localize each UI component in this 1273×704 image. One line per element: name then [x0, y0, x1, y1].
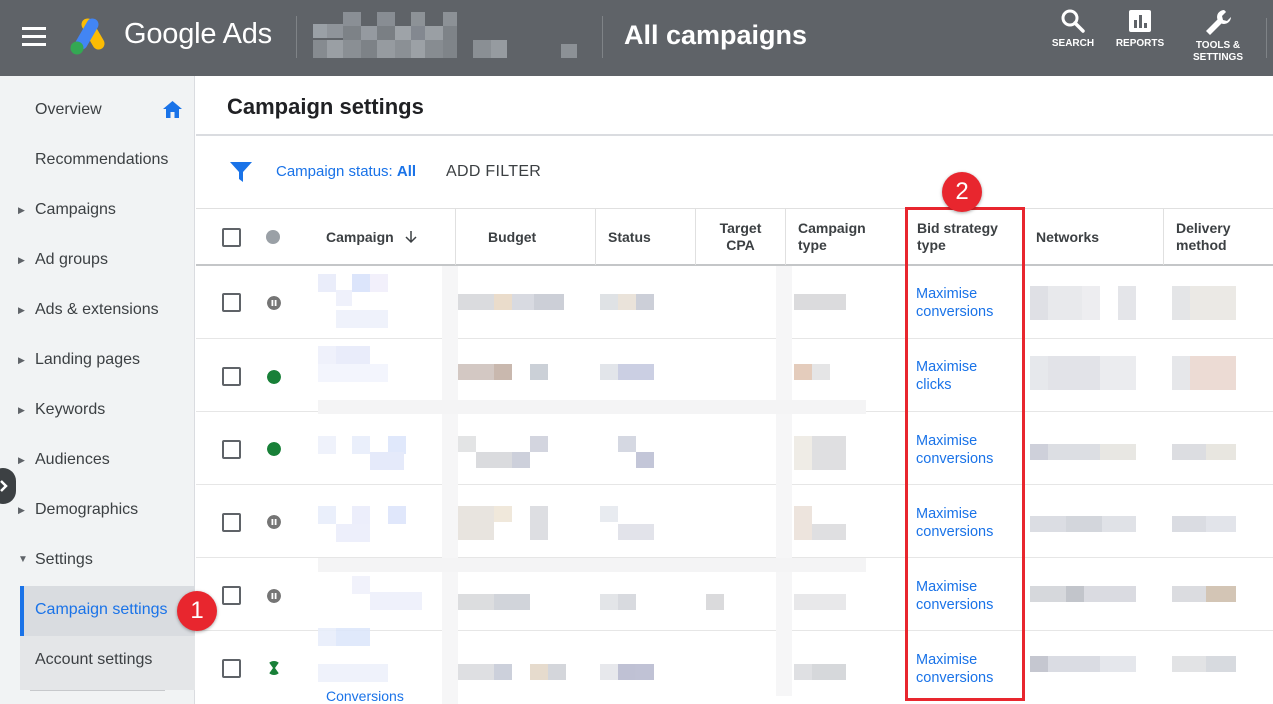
column-header-delivery-method[interactable]: Delivery method [1163, 209, 1273, 265]
column-header-campaign[interactable]: Campaign [314, 209, 454, 265]
column-header-target-cpa[interactable]: Target CPA [695, 209, 785, 265]
campaign-status-filter[interactable]: Campaign status: All [276, 163, 416, 180]
column-label: Delivery method [1176, 220, 1231, 253]
sidebar-item-label: Recommendations [35, 151, 169, 168]
sidebar-item-campaign-settings[interactable]: Campaign settings [0, 585, 195, 635]
search-icon [1061, 9, 1085, 33]
highlight-box [905, 207, 1025, 701]
account-name-blurred [313, 12, 577, 58]
caret-right-icon: ▶ [18, 205, 25, 215]
blurred-table-data [318, 266, 1236, 704]
caret-right-icon: ▶ [18, 505, 25, 515]
sidebar-item-landing-pages[interactable]: ▶ Landing pages [0, 335, 195, 385]
table-header: Campaign Budget Status Target CPA Campai… [196, 208, 1273, 266]
sidebar-item-label: Overview [35, 101, 102, 118]
paused-icon [267, 296, 281, 310]
google-ads-logo [70, 18, 105, 55]
sidebar-item-label: Campaign settings [35, 601, 168, 618]
tools-label-line2: SETTINGS [1192, 52, 1243, 63]
tools-settings-button[interactable]: TOOLS & SETTINGS [1186, 8, 1250, 64]
column-header-campaign-type[interactable]: Campaign type [785, 209, 905, 265]
tools-label-line1: TOOLS & [1195, 40, 1241, 51]
sidebar-item-ad-groups[interactable]: ▶ Ad groups [0, 235, 195, 285]
step-badge-1: 1 [177, 591, 217, 631]
row-checkbox[interactable] [222, 440, 241, 459]
column-header-status[interactable]: Status [595, 209, 695, 265]
reports-icon [1129, 10, 1151, 32]
row-checkbox[interactable] [222, 293, 241, 312]
brand-name: Google Ads [124, 18, 272, 50]
sidebar-item-ads-extensions[interactable]: ▶ Ads & extensions [0, 285, 195, 335]
arrow-down-icon [405, 231, 417, 244]
enabled-icon [267, 370, 281, 384]
search-label: SEARCH [1051, 38, 1095, 49]
top-bar: Google Ads All campaigns SEARCH REPORTS [0, 0, 1273, 76]
reports-label: REPORTS [1115, 38, 1165, 49]
chevron-right-icon [0, 480, 8, 492]
sidebar-item-settings[interactable]: ▼ Settings [0, 535, 195, 585]
search-button[interactable]: SEARCH [1051, 8, 1095, 50]
select-all-checkbox[interactable] [222, 228, 241, 247]
page-title: Campaign settings [227, 94, 424, 119]
menu-icon[interactable] [22, 27, 48, 47]
row-checkbox[interactable] [222, 367, 241, 386]
sidebar-item-label: Keywords [35, 401, 106, 418]
caret-down-icon: ▼ [18, 554, 28, 565]
sidebar-item-label: Ad groups [35, 251, 108, 268]
page-heading: All campaigns [624, 20, 808, 50]
column-header-networks[interactable]: Networks [1023, 209, 1163, 265]
sidebar: Overview Recommendations ▶ Campaigns ▶ A… [0, 76, 195, 704]
filter-label: Campaign status: [276, 163, 393, 180]
column-label: Campaign [326, 228, 394, 245]
campaign-name-fragment: Conversions [326, 688, 404, 704]
pending-icon [268, 661, 280, 675]
sidebar-item-demographics[interactable]: ▶ Demographics [0, 485, 195, 535]
column-label: Networks [1036, 228, 1100, 245]
collapse-sidebar-button[interactable] [0, 468, 16, 504]
sidebar-item-recommendations[interactable]: Recommendations [0, 135, 195, 185]
sidebar-item-label: Audiences [35, 451, 110, 468]
enabled-icon [267, 442, 281, 456]
filter-icon[interactable] [230, 161, 252, 183]
row-checkbox[interactable] [222, 513, 241, 532]
sidebar-item-account-settings[interactable]: Account settings [0, 635, 195, 685]
caret-right-icon: ▶ [18, 255, 25, 265]
sidebar-item-label: Demographics [35, 501, 139, 518]
column-label: Status [608, 228, 651, 245]
sidebar-item-label: Landing pages [35, 351, 140, 368]
paused-icon [267, 589, 281, 603]
divider [1266, 18, 1267, 58]
divider [196, 134, 1273, 136]
caret-right-icon: ▶ [18, 405, 25, 415]
row-checkbox[interactable] [222, 586, 241, 605]
column-header-budget[interactable]: Budget [455, 209, 595, 265]
step-badge-2: 2 [942, 172, 982, 212]
sidebar-item-label: Ads & extensions [35, 301, 159, 318]
row-checkbox[interactable] [222, 659, 241, 678]
sidebar-item-label: Settings [35, 551, 93, 568]
home-icon [163, 101, 182, 118]
divider [30, 690, 165, 691]
add-filter-button[interactable]: ADD FILTER [446, 163, 541, 181]
column-label: Campaign type [798, 220, 866, 253]
sidebar-item-audiences[interactable]: ▶ Audiences [0, 435, 195, 485]
reports-button[interactable]: REPORTS [1112, 8, 1168, 50]
column-label: Target CPA [719, 220, 762, 253]
sidebar-item-campaigns[interactable]: ▶ Campaigns [0, 185, 195, 235]
status-column-icon [266, 230, 280, 244]
sidebar-item-label: Campaigns [35, 201, 116, 218]
caret-right-icon: ▶ [18, 305, 25, 315]
caret-right-icon: ▶ [18, 355, 25, 365]
wrench-icon [1206, 10, 1231, 35]
paused-icon [267, 515, 281, 529]
sidebar-item-keywords[interactable]: ▶ Keywords [0, 385, 195, 435]
caret-right-icon: ▶ [18, 455, 25, 465]
divider [602, 16, 603, 58]
sidebar-item-overview[interactable]: Overview [0, 85, 195, 135]
divider [296, 16, 297, 58]
column-label: Budget [488, 228, 537, 245]
sidebar-item-label: Account settings [35, 651, 153, 668]
filter-value: All [396, 163, 417, 180]
